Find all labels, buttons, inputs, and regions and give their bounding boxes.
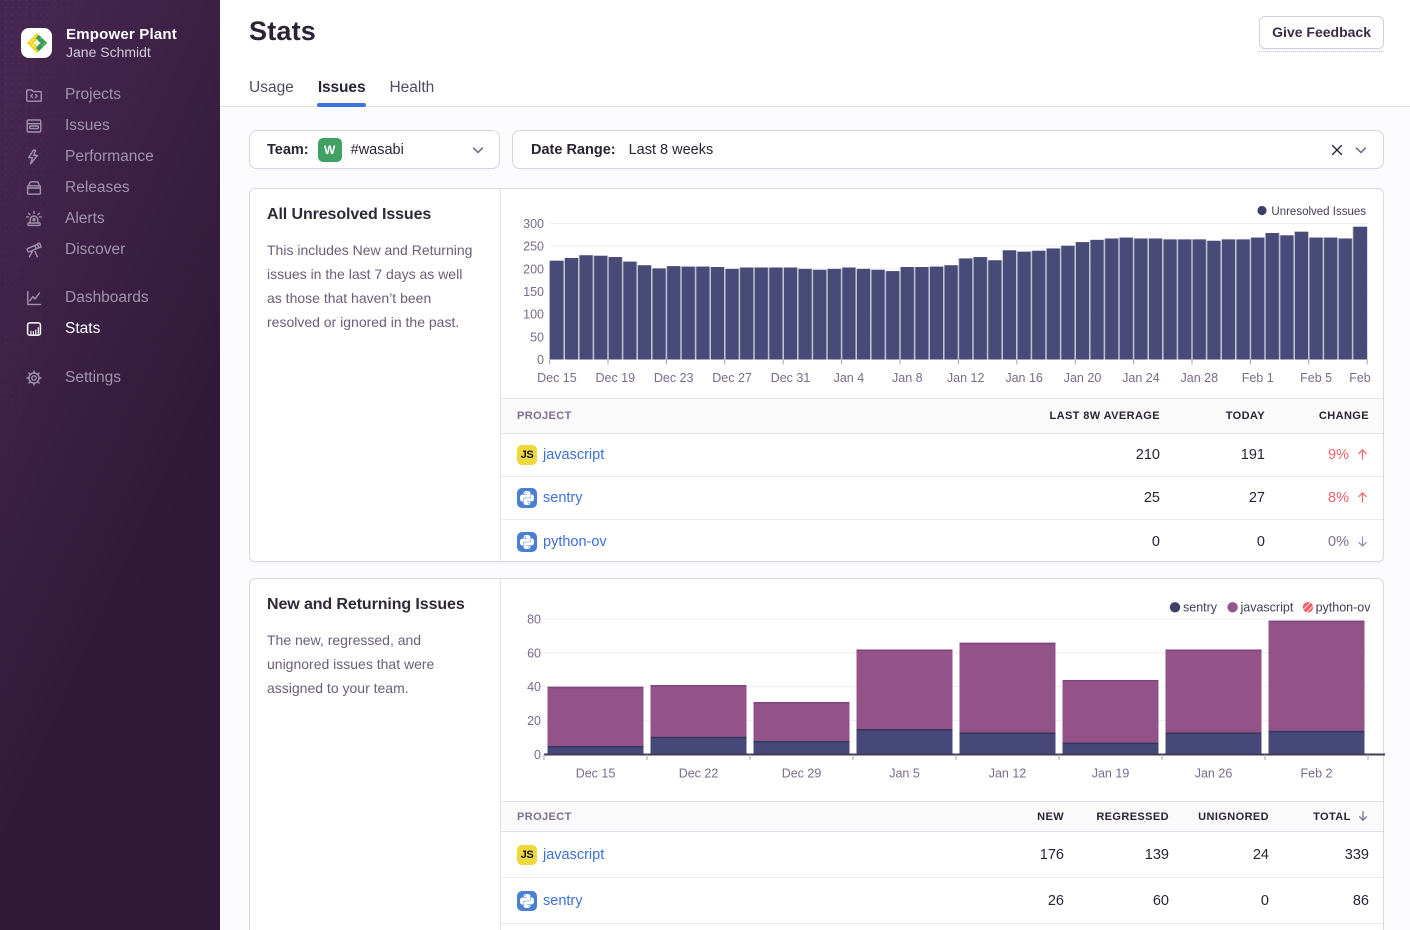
svg-text:300: 300 (523, 217, 544, 231)
svg-text:Jan 4: Jan 4 (834, 371, 865, 385)
svg-text:javascript: javascript (1240, 601, 1294, 615)
svg-text:Jan 16: Jan 16 (1005, 371, 1043, 385)
svg-text:100: 100 (523, 308, 544, 322)
svg-text:Dec 22: Dec 22 (679, 767, 719, 781)
svg-text:Dec 31: Dec 31 (771, 371, 811, 385)
svg-text:Jan 19: Jan 19 (1092, 767, 1130, 781)
svg-text:50: 50 (530, 330, 544, 344)
svg-text:Feb 5: Feb 5 (1300, 371, 1332, 385)
svg-text:250: 250 (523, 240, 544, 254)
svg-text:Jan 5: Jan 5 (889, 767, 920, 781)
svg-text:20: 20 (527, 714, 541, 728)
svg-text:Dec 15: Dec 15 (537, 371, 577, 385)
svg-text:150: 150 (523, 285, 544, 299)
svg-text:Feb 2: Feb 2 (1301, 767, 1333, 781)
svg-text:Unresolved Issues: Unresolved Issues (1271, 206, 1366, 218)
svg-text:0: 0 (534, 748, 541, 762)
svg-text:0: 0 (537, 353, 544, 367)
svg-text:Feb: Feb (1349, 371, 1371, 385)
svg-text:Dec 19: Dec 19 (595, 371, 635, 385)
svg-text:Dec 29: Dec 29 (782, 767, 822, 781)
svg-text:Feb 1: Feb 1 (1242, 371, 1274, 385)
svg-text:60: 60 (527, 646, 541, 660)
svg-text:Jan 12: Jan 12 (989, 767, 1027, 781)
svg-text:Jan 12: Jan 12 (947, 371, 985, 385)
svg-text:40: 40 (527, 680, 541, 694)
svg-text:python-ov: python-ov (1316, 601, 1372, 615)
svg-text:sentry: sentry (1183, 601, 1218, 615)
svg-text:Dec 23: Dec 23 (654, 371, 694, 385)
svg-text:Jan 28: Jan 28 (1181, 371, 1219, 385)
svg-text:Jan 24: Jan 24 (1122, 371, 1160, 385)
svg-text:Dec 15: Dec 15 (576, 767, 616, 781)
svg-text:80: 80 (527, 613, 541, 627)
svg-text:200: 200 (523, 262, 544, 276)
svg-text:Jan 8: Jan 8 (892, 371, 923, 385)
svg-text:Jan 26: Jan 26 (1195, 767, 1233, 781)
svg-text:Jan 20: Jan 20 (1064, 371, 1102, 385)
svg-text:Dec 27: Dec 27 (712, 371, 752, 385)
